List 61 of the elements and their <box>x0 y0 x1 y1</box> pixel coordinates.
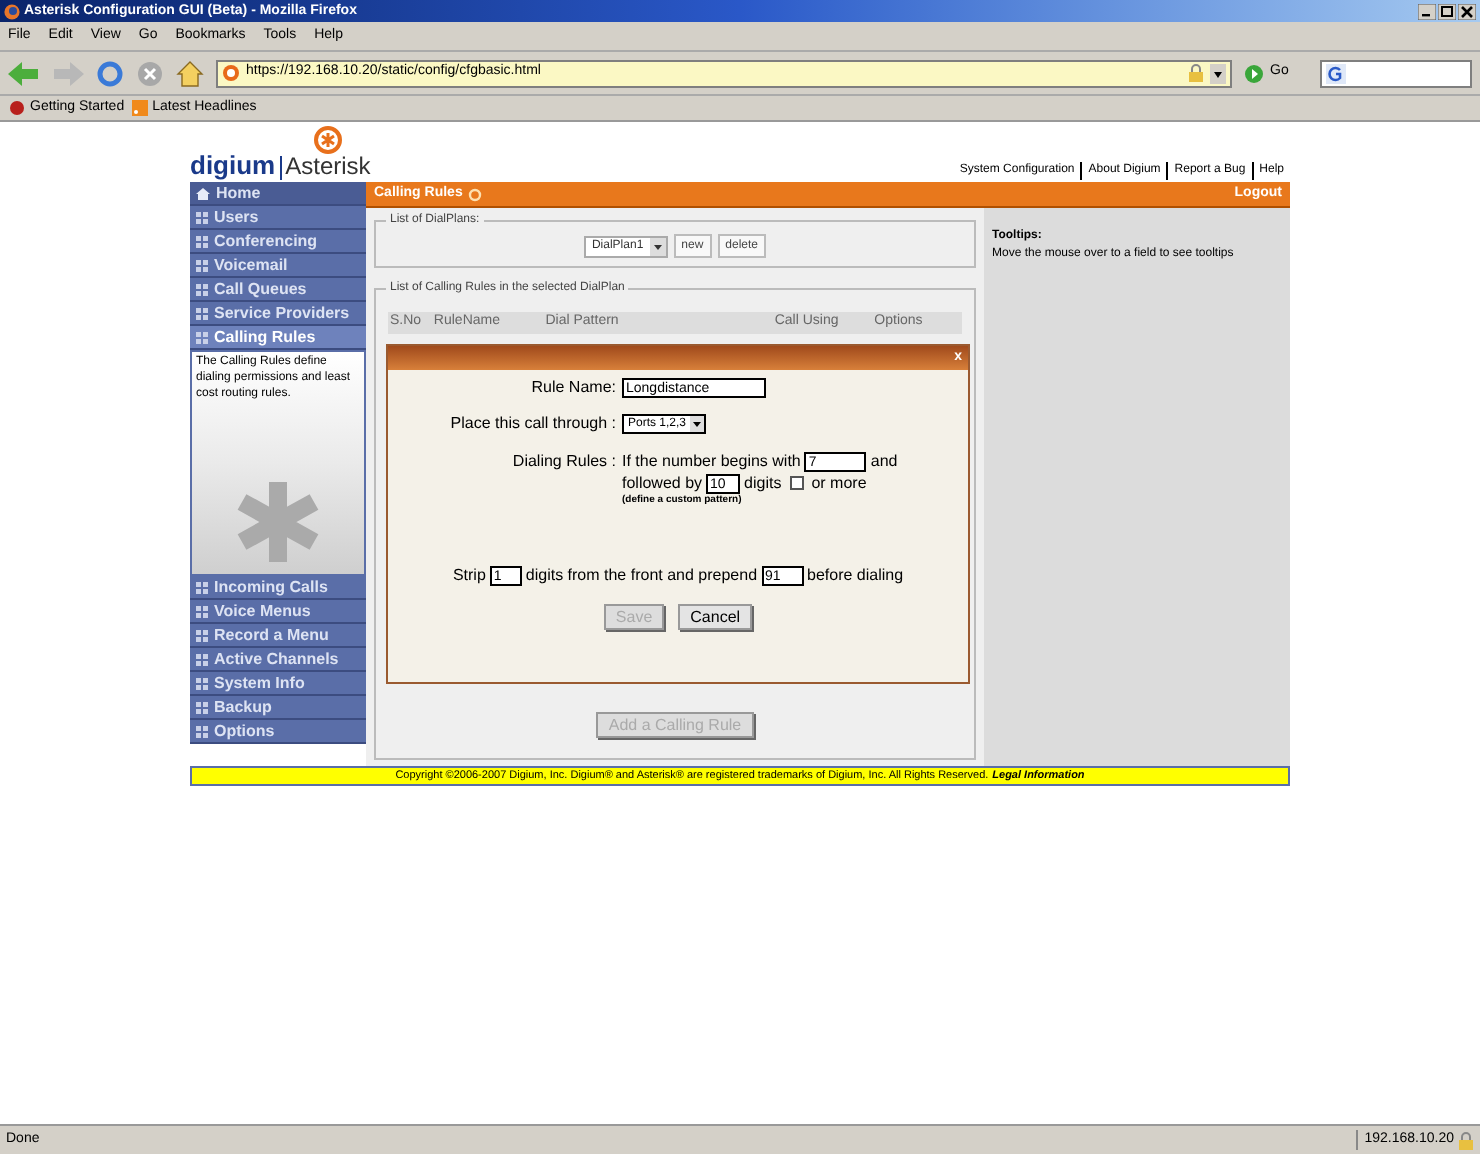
sidebar-item[interactable]: Incoming Calls <box>190 576 366 600</box>
grid-icon <box>196 701 208 713</box>
rule-text: followed by <box>622 471 703 494</box>
sidebar-item[interactable]: Call Queues <box>190 278 366 302</box>
sidebar-item[interactable]: Home <box>190 182 366 206</box>
reload-icon[interactable] <box>96 59 124 87</box>
sidebar-item[interactable]: Record a Menu <box>190 624 366 648</box>
sidebar-item[interactable]: Backup <box>190 696 366 720</box>
back-arrow-icon[interactable] <box>8 61 40 85</box>
rule-text: digits from the front and prepend <box>525 564 758 588</box>
grid-icon <box>196 605 208 617</box>
maximize-icon[interactable] <box>1438 3 1456 19</box>
dialog-button[interactable]: Cancel <box>678 604 753 630</box>
sidebar-item[interactable]: Users <box>190 206 366 230</box>
sidebar-item[interactable]: Calling Rules <box>190 326 366 350</box>
asterisk-logo-icon <box>311 126 344 154</box>
dropdown-arrow-icon <box>690 416 705 432</box>
rule-text: and <box>870 449 898 473</box>
minimize-icon[interactable] <box>1418 3 1436 19</box>
rule-text: or more <box>811 471 867 495</box>
browser-icon <box>4 3 20 19</box>
or-more-checkbox[interactable] <box>789 476 804 490</box>
sidebar-item[interactable]: Voicemail <box>190 254 366 278</box>
sidebar-item[interactable]: Active Channels <box>190 648 366 672</box>
sidebar-item[interactable]: Options <box>190 720 366 744</box>
lock-icon <box>1458 1131 1474 1149</box>
sidebar-item[interactable]: System Info <box>190 672 366 696</box>
grid-icon <box>196 581 208 593</box>
grid-icon <box>196 235 208 247</box>
house-icon <box>196 187 210 199</box>
field-label: Place this call through : <box>448 412 618 436</box>
search-field[interactable] <box>1320 59 1472 87</box>
field-label: Dialing Rules : <box>510 450 618 474</box>
lock-icon <box>1188 64 1204 82</box>
rule-text: before dialing <box>807 564 904 588</box>
home-icon[interactable] <box>176 59 204 87</box>
sidebar-item[interactable]: Voice Menus <box>190 600 366 624</box>
grid-icon <box>196 283 208 295</box>
grid-icon <box>196 653 208 665</box>
bookmark-icon <box>8 100 26 116</box>
grid-icon <box>196 259 208 271</box>
feed-icon <box>132 100 149 116</box>
grid-icon <box>196 629 208 641</box>
asterisk-icon <box>234 478 322 566</box>
site-icon <box>222 64 240 82</box>
grid-icon <box>196 677 208 689</box>
field-label: Rule Name: <box>529 376 618 400</box>
grid-icon <box>196 331 208 343</box>
grid-icon <box>196 725 208 737</box>
grid-icon <box>196 211 208 223</box>
stop-icon[interactable] <box>136 59 164 87</box>
close-icon[interactable] <box>1458 3 1476 19</box>
grid-icon <box>196 307 208 319</box>
logo: digium Asterisk <box>190 126 371 182</box>
rule-text: If the number begins with <box>622 449 801 473</box>
rule-text: Strip <box>452 564 486 588</box>
rule-text: digits <box>744 471 782 495</box>
sidebar-item[interactable]: Service Providers <box>190 302 366 326</box>
search-engine-icon <box>1326 63 1346 83</box>
sidebar-item[interactable]: Conferencing <box>190 230 366 254</box>
refresh-icon[interactable] <box>468 187 483 201</box>
